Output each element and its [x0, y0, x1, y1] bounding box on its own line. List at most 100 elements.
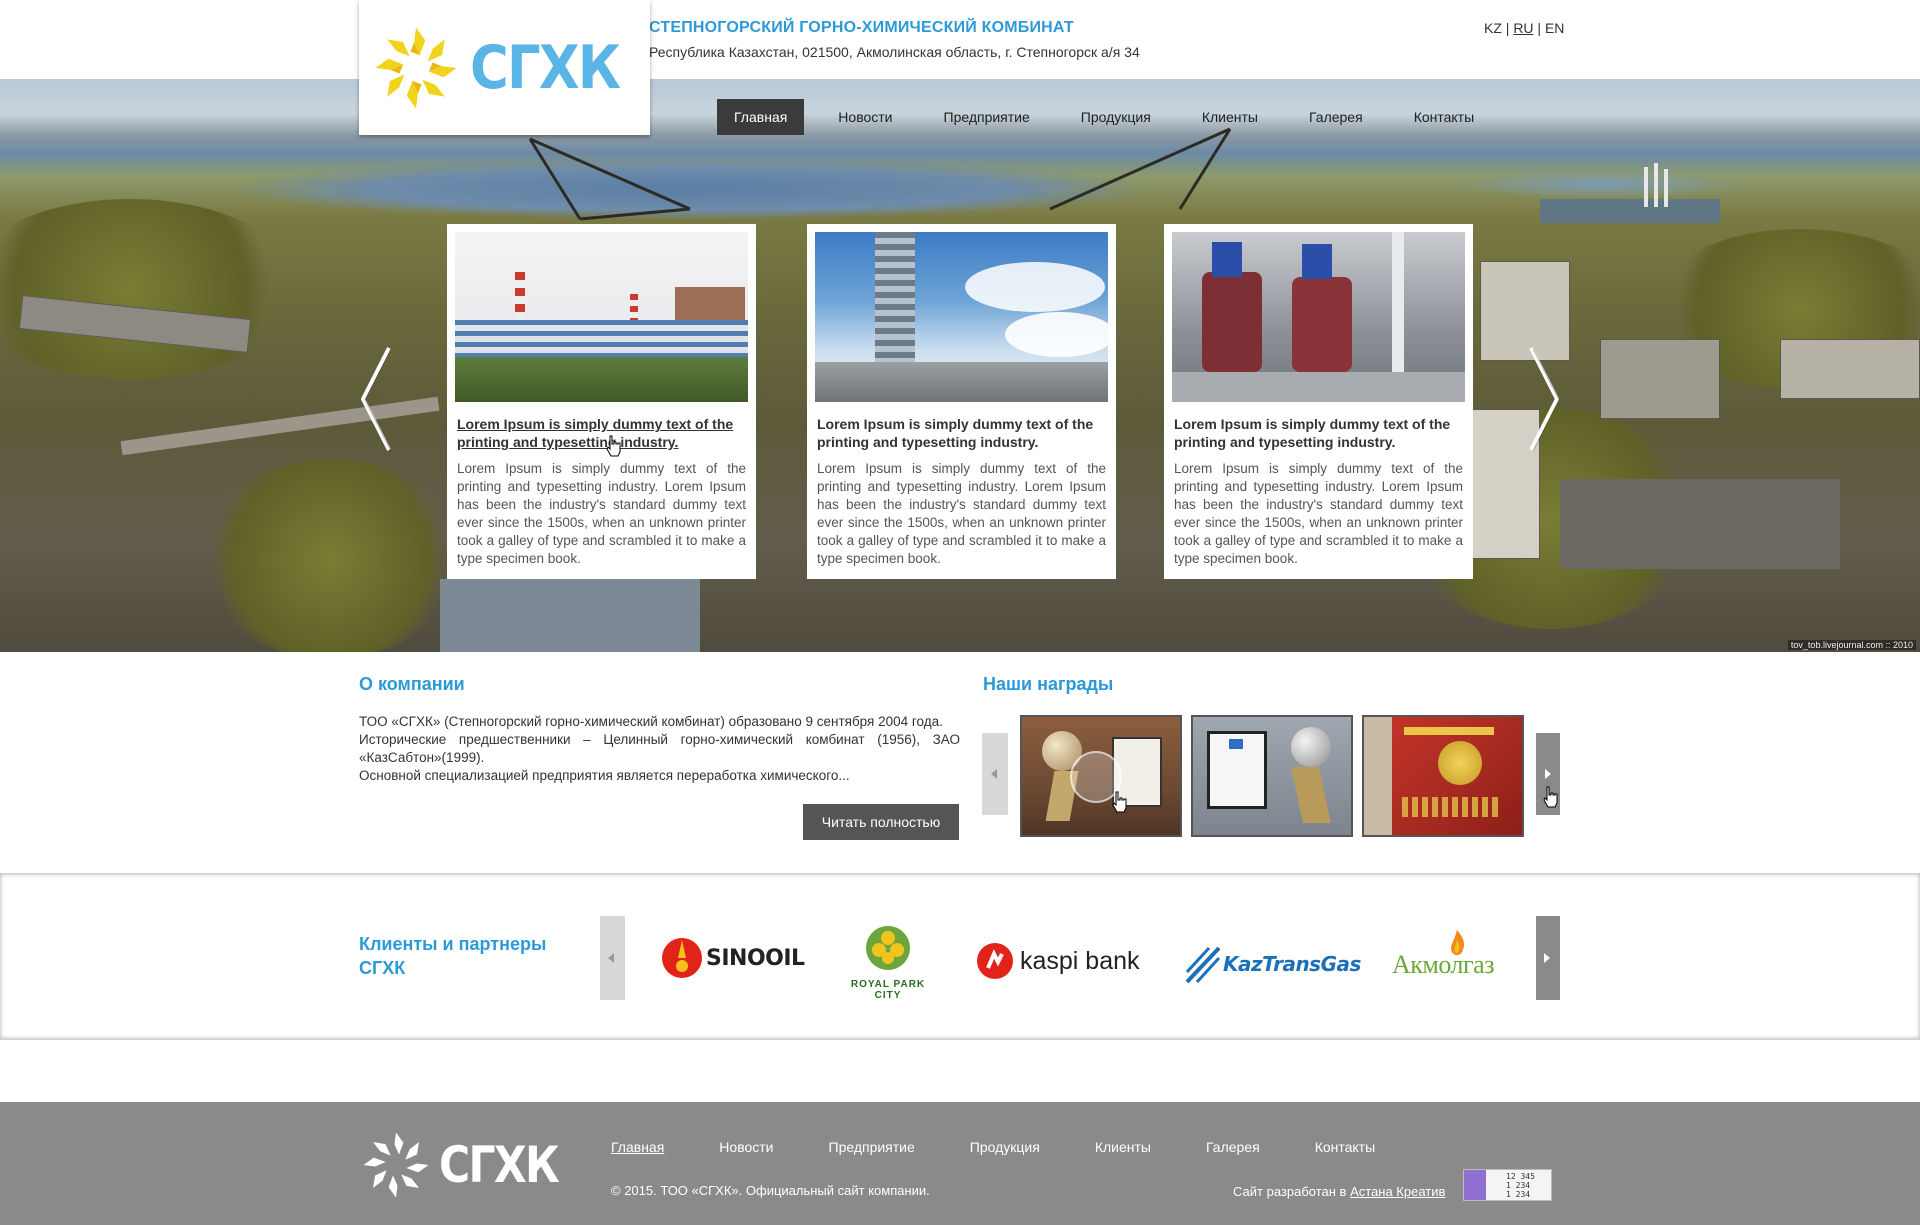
- news-card[interactable]: Lorem Ipsum is simply dummy text of the …: [807, 224, 1116, 579]
- partner-logo-label: ROYAL PARK CITY: [850, 979, 926, 1001]
- hand-cursor-icon: [1112, 791, 1127, 813]
- footer-logo-text: СГХК: [439, 1136, 560, 1194]
- news-card-image[interactable]: [1172, 232, 1465, 402]
- partner-logo-royal-park[interactable]: ROYAL PARK CITY: [838, 924, 938, 1001]
- chevron-right-icon: [1544, 953, 1550, 963]
- partner-logo-sinooil[interactable]: SINOOIL: [660, 936, 805, 980]
- nav-item-products[interactable]: Продукция: [1064, 99, 1168, 135]
- chevron-left-icon: [991, 769, 997, 779]
- partner-logo-kaspi[interactable]: kaspi bank: [976, 942, 1140, 980]
- company-address: Республика Казахстан, 021500, Акмолинска…: [649, 44, 1140, 60]
- nav-item-enterprise[interactable]: Предприятие: [927, 99, 1047, 135]
- news-card-text: Lorem Ipsum is simply dummy text of the …: [1174, 461, 1463, 566]
- main-nav: Главная Новости Предприятие Продукция Кл…: [717, 99, 1508, 135]
- hero-bg-building: [1780, 339, 1920, 399]
- nav-item-news[interactable]: Новости: [821, 99, 909, 135]
- developer-link[interactable]: Астана Креатив: [1350, 1184, 1445, 1199]
- news-card-text: Lorem Ipsum is simply dummy text of the …: [457, 461, 746, 566]
- partner-logo-kaztransgas[interactable]: KazTransGas: [1185, 944, 1361, 984]
- hand-cursor-icon: [1543, 786, 1558, 808]
- visitor-counter[interactable]: 12 345 1 234 1 234: [1463, 1169, 1552, 1201]
- footer-nav-clients[interactable]: Клиенты: [1095, 1139, 1151, 1155]
- partner-logo-label: kaspi bank: [1020, 946, 1140, 975]
- flame-icon: [1451, 930, 1465, 955]
- partners-section: Клиенты и партнеры СГХК SINOOIL ROYAL PA…: [0, 873, 1920, 1040]
- footer: СГХК Главная Новости Предприятие Продукц…: [0, 1102, 1920, 1225]
- nav-item-home[interactable]: Главная: [717, 99, 805, 135]
- hero-bg-building: [440, 579, 700, 652]
- hero-bg-lake: [1450, 169, 1750, 199]
- news-card-image[interactable]: [455, 232, 748, 402]
- footer-nav-news[interactable]: Новости: [719, 1139, 773, 1155]
- royal-park-emblem-icon: [866, 926, 910, 970]
- logo-pinwheel-icon: [375, 27, 457, 108]
- footer-logo-pinwheel-icon: [363, 1132, 429, 1198]
- sinooil-emblem-icon: [662, 938, 702, 978]
- nav-item-contacts[interactable]: Контакты: [1397, 99, 1491, 135]
- kaspi-emblem-icon: [977, 943, 1013, 979]
- news-card-title[interactable]: Lorem Ipsum is simply dummy text of the …: [1174, 415, 1463, 451]
- chevron-right-icon: [1545, 769, 1551, 779]
- hero-bg-crane: [528, 137, 691, 221]
- footer-nav-home[interactable]: Главная: [611, 1139, 664, 1155]
- nav-item-gallery[interactable]: Галерея: [1292, 99, 1380, 135]
- counter-value: 12 345: [1506, 1172, 1535, 1181]
- footer-nav-enterprise[interactable]: Предприятие: [829, 1139, 915, 1155]
- lang-kz[interactable]: KZ: [1484, 20, 1502, 36]
- hand-cursor-icon: [606, 435, 621, 457]
- language-switcher: KZ | RU | EN: [1484, 20, 1565, 36]
- counter-value: 1 234: [1506, 1190, 1531, 1199]
- slider-prev-arrow-icon[interactable]: [355, 344, 395, 454]
- hero-bg-building: [1560, 479, 1840, 569]
- chevron-left-icon: [608, 953, 614, 963]
- partner-logo-akmolgaz[interactable]: Акмолгаз: [1392, 930, 1494, 980]
- slider-next-arrow-icon[interactable]: [1525, 344, 1565, 454]
- footer-logo[interactable]: СГХК: [359, 1128, 579, 1202]
- nav-item-clients[interactable]: Клиенты: [1185, 99, 1275, 135]
- lang-ru[interactable]: RU: [1513, 20, 1533, 36]
- read-more-button[interactable]: Читать полностью: [803, 804, 959, 840]
- partners-title: Клиенты и партнеры СГХК: [359, 934, 547, 978]
- developer-credit: Сайт разработан в Астана Креатив: [1233, 1184, 1445, 1199]
- news-card[interactable]: Lorem Ipsum is simply dummy text of the …: [1164, 224, 1473, 579]
- news-card-text: Lorem Ipsum is simply dummy text of the …: [817, 461, 1106, 566]
- hero-bg-building: [1600, 339, 1720, 419]
- news-card-title[interactable]: Lorem Ipsum is simply dummy text of the …: [817, 415, 1106, 451]
- hero-bg-building: [1540, 199, 1720, 223]
- award-thumbnail[interactable]: [1020, 715, 1182, 837]
- award-thumbnail[interactable]: [1362, 715, 1524, 837]
- awards-title: Наши награды: [983, 674, 1114, 694]
- about-title: О компании: [359, 674, 465, 694]
- news-card-title[interactable]: Lorem Ipsum is simply dummy text of the …: [457, 415, 746, 451]
- footer-nav-products[interactable]: Продукция: [970, 1139, 1040, 1155]
- counter-badge-icon: [1464, 1170, 1486, 1200]
- about-text: ТОО «СГХК» (Степногорский горно-химическ…: [359, 713, 960, 785]
- about-text-line: Основной специализацией предприятия явля…: [359, 768, 850, 783]
- counter-value: 1 234: [1506, 1181, 1531, 1190]
- hero-bg-chimneys: [1644, 163, 1668, 207]
- site-logo[interactable]: СГХК: [359, 0, 650, 135]
- award-thumbnail[interactable]: [1191, 715, 1353, 837]
- partners-next-button[interactable]: [1536, 916, 1560, 1000]
- partner-logo-label: SINOOIL: [706, 945, 805, 971]
- hero-bg-trees: [200, 459, 460, 652]
- kaztransgas-emblem-icon: [1185, 944, 1221, 984]
- awards-prev-button[interactable]: [982, 733, 1008, 815]
- about-text-line: ТОО «СГХК» (Степногорский горно-химическ…: [359, 714, 943, 729]
- footer-nav-gallery[interactable]: Галерея: [1206, 1139, 1260, 1155]
- about-text-line: Исторические предшественники – Целинный …: [359, 732, 960, 765]
- developer-prefix: Сайт разработан в: [1233, 1184, 1351, 1199]
- partners-prev-button[interactable]: [600, 916, 625, 1000]
- logo-text: СГХК: [469, 32, 621, 103]
- footer-nav: Главная Новости Предприятие Продукция Кл…: [611, 1139, 1430, 1155]
- lang-en[interactable]: EN: [1545, 20, 1564, 36]
- news-card-image[interactable]: [815, 232, 1108, 402]
- partner-logo-label: KazTransGas: [1223, 952, 1361, 976]
- company-name: СТЕПНОГОРСКИЙ ГОРНО-ХИМИЧЕСКИЙ КОМБИНАТ: [649, 19, 1074, 36]
- top-bar: [0, 0, 1920, 80]
- hero-bg-trees: [0, 199, 300, 379]
- copyright: © 2015. ТОО «СГХК». Официальный сайт ком…: [611, 1183, 930, 1198]
- news-card[interactable]: Lorem Ipsum is simply dummy text of the …: [447, 224, 756, 579]
- photo-credit: tov_tob.livejournal.com :: 2010: [1787, 640, 1916, 650]
- footer-nav-contacts[interactable]: Контакты: [1315, 1139, 1375, 1155]
